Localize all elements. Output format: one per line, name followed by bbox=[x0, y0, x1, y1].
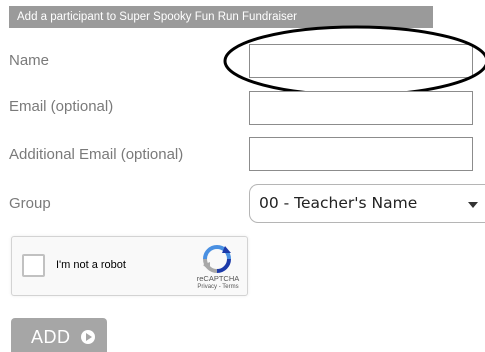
additional-email-label: Additional Email (optional) bbox=[9, 146, 184, 163]
group-label: Group bbox=[9, 195, 51, 212]
name-input[interactable] bbox=[249, 44, 473, 78]
email-input[interactable] bbox=[249, 91, 473, 125]
add-button-label: ADD bbox=[31, 327, 71, 347]
recaptcha-widget: I'm not a robot reCAPTCHA Privacy - Term… bbox=[11, 236, 248, 296]
group-selected-value: 00 - Teacher's Name bbox=[259, 194, 418, 212]
chevron-down-icon bbox=[468, 202, 478, 208]
add-button[interactable]: ADD bbox=[11, 318, 107, 352]
additional-email-input[interactable] bbox=[249, 137, 473, 171]
play-circle-icon bbox=[80, 330, 95, 344]
form-title: Add a participant to Super Spooky Fun Ru… bbox=[9, 6, 433, 28]
add-participant-form: Add a participant to Super Spooky Fun Ru… bbox=[0, 0, 485, 352]
email-label: Email (optional) bbox=[9, 98, 114, 115]
recaptcha-checkbox-label: I'm not a robot bbox=[56, 259, 126, 271]
recaptcha-brand: reCAPTCHA bbox=[196, 274, 240, 283]
recaptcha-privacy-terms-links[interactable]: Privacy - Terms bbox=[192, 284, 244, 290]
recaptcha-checkbox[interactable] bbox=[22, 254, 45, 277]
group-select[interactable]: 00 - Teacher's Name bbox=[249, 184, 485, 223]
recaptcha-logo-icon bbox=[203, 245, 231, 273]
name-label: Name bbox=[9, 52, 50, 69]
